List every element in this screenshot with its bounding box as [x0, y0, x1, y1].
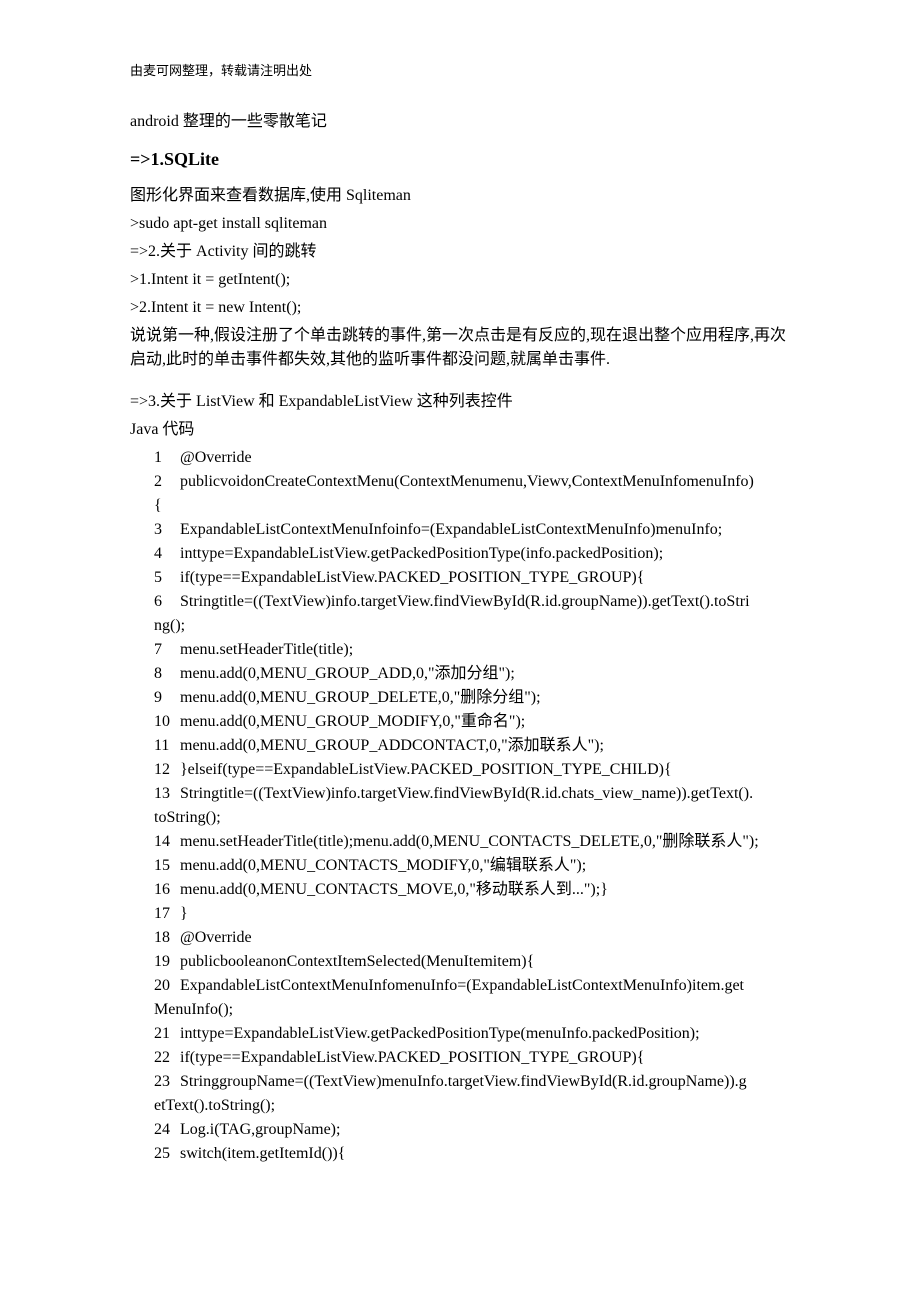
paragraph: >1.Intent it = getIntent();: [130, 268, 790, 292]
code-line: 20ExpandableListContextMenuInfomenuInfo=…: [154, 974, 790, 998]
code-line-number: 7: [154, 638, 180, 662]
code-line-content: inttype=ExpandableListView.getPackedPosi…: [180, 542, 790, 566]
code-line-number: 4: [154, 542, 180, 566]
code-line-continuation: MenuInfo();: [154, 998, 790, 1022]
code-line-content: ExpandableListContextMenuInfoinfo=(Expan…: [180, 518, 790, 542]
code-line: 25switch(item.getItemId()){: [154, 1142, 790, 1166]
code-line-number: 23: [154, 1070, 180, 1094]
code-line-number: 14: [154, 830, 180, 854]
code-line-number: 25: [154, 1142, 180, 1166]
code-line-number: 1: [154, 446, 180, 470]
code-line: 24Log.i(TAG,groupName);: [154, 1118, 790, 1142]
code-line: 19publicbooleanonContextItemSelected(Men…: [154, 950, 790, 974]
paragraph: >2.Intent it = new Intent();: [130, 296, 790, 320]
code-line: 14menu.setHeaderTitle(title);menu.add(0,…: [154, 830, 790, 854]
code-line-number: 18: [154, 926, 180, 950]
code-line-number: 16: [154, 878, 180, 902]
code-line-number: 20: [154, 974, 180, 998]
code-line-content: publicbooleanonContextItemSelected(MenuI…: [180, 950, 790, 974]
code-line-number: 2: [154, 470, 180, 494]
header-attribution: 由麦可网整理，转载请注明出处: [130, 60, 790, 79]
code-line-content: }elseif(type==ExpandableListView.PACKED_…: [180, 758, 790, 782]
code-line-number: 11: [154, 734, 180, 758]
code-line-content: Stringtitle=((TextView)info.targetView.f…: [180, 782, 790, 806]
code-line: 8menu.add(0,MENU_GROUP_ADD,0,"添加分组");: [154, 662, 790, 686]
code-line-content: if(type==ExpandableListView.PACKED_POSIT…: [180, 566, 790, 590]
code-line-number: 10: [154, 710, 180, 734]
java-code-label: Java 代码: [130, 418, 790, 442]
code-line-content: menu.add(0,MENU_GROUP_MODIFY,0,"重命名");: [180, 710, 790, 734]
code-line-number: 8: [154, 662, 180, 686]
code-line-content: menu.add(0,MENU_CONTACTS_MOVE,0,"移动联系人到.…: [180, 878, 790, 902]
code-line: 18@Override: [154, 926, 790, 950]
code-line: 15menu.add(0,MENU_CONTACTS_MODIFY,0,"编辑联…: [154, 854, 790, 878]
code-line-content: inttype=ExpandableListView.getPackedPosi…: [180, 1022, 790, 1046]
code-line-content: @Override: [180, 446, 790, 470]
code-line: 2publicvoidonCreateContextMenu(ContextMe…: [154, 470, 790, 494]
code-line-continuation: toString();: [154, 806, 790, 830]
code-line-number: 15: [154, 854, 180, 878]
page-title: android 整理的一些零散笔记: [130, 107, 790, 131]
code-line-content: ExpandableListContextMenuInfomenuInfo=(E…: [180, 974, 790, 998]
paragraph: 图形化界面来查看数据库,使用 Sqliteman: [130, 184, 790, 208]
code-line: 16menu.add(0,MENU_CONTACTS_MOVE,0,"移动联系人…: [154, 878, 790, 902]
code-line-continuation: etText().toString();: [154, 1094, 790, 1118]
code-line-content: }: [180, 902, 790, 926]
code-line: 11menu.add(0,MENU_GROUP_ADDCONTACT,0,"添加…: [154, 734, 790, 758]
code-line: 3ExpandableListContextMenuInfoinfo=(Expa…: [154, 518, 790, 542]
code-line-number: 3: [154, 518, 180, 542]
code-line-continuation: ng();: [154, 614, 790, 638]
code-line-number: 19: [154, 950, 180, 974]
code-line: 22if(type==ExpandableListView.PACKED_POS…: [154, 1046, 790, 1070]
code-line-content: menu.add(0,MENU_GROUP_ADD,0,"添加分组");: [180, 662, 790, 686]
paragraph: >sudo apt-get install sqliteman: [130, 212, 790, 236]
paragraph: =>2.关于 Activity 间的跳转: [130, 240, 790, 264]
code-line: 17}: [154, 902, 790, 926]
code-line-number: 13: [154, 782, 180, 806]
code-line-number: 9: [154, 686, 180, 710]
paragraph: =>3.关于 ListView 和 ExpandableListView 这种列…: [130, 390, 790, 414]
code-line-number: 24: [154, 1118, 180, 1142]
code-line: 9menu.add(0,MENU_GROUP_DELETE,0,"删除分组");: [154, 686, 790, 710]
code-line-content: publicvoidonCreateContextMenu(ContextMen…: [180, 470, 790, 494]
code-line-content: switch(item.getItemId()){: [180, 1142, 790, 1166]
section-heading-sqlite: =>1.SQLite: [130, 149, 790, 170]
code-line-number: 5: [154, 566, 180, 590]
code-line-number: 22: [154, 1046, 180, 1070]
code-line-content: menu.add(0,MENU_GROUP_DELETE,0,"删除分组");: [180, 686, 790, 710]
code-line-content: Stringtitle=((TextView)info.targetView.f…: [180, 590, 790, 614]
code-line-number: 6: [154, 590, 180, 614]
code-line-number: 17: [154, 902, 180, 926]
paragraph: 说说第一种,假设注册了个单击跳转的事件,第一次点击是有反应的,现在退出整个应用程…: [130, 324, 790, 372]
code-line-number: 21: [154, 1022, 180, 1046]
code-line: 12}elseif(type==ExpandableListView.PACKE…: [154, 758, 790, 782]
code-block: 1@Override2publicvoidonCreateContextMenu…: [130, 446, 790, 1166]
code-line: 4inttype=ExpandableListView.getPackedPos…: [154, 542, 790, 566]
document-page: 由麦可网整理，转载请注明出处 android 整理的一些零散笔记 =>1.SQL…: [0, 0, 920, 1302]
code-line: 10menu.add(0,MENU_GROUP_MODIFY,0,"重命名");: [154, 710, 790, 734]
code-line-content: if(type==ExpandableListView.PACKED_POSIT…: [180, 1046, 790, 1070]
body-text: 图形化界面来查看数据库,使用 Sqliteman >sudo apt-get i…: [130, 184, 790, 442]
code-line-number: 12: [154, 758, 180, 782]
code-line: 23StringgroupName=((TextView)menuInfo.ta…: [154, 1070, 790, 1094]
code-line-content: menu.setHeaderTitle(title);menu.add(0,ME…: [180, 830, 790, 854]
code-line-content: menu.setHeaderTitle(title);: [180, 638, 790, 662]
code-line: 5if(type==ExpandableListView.PACKED_POSI…: [154, 566, 790, 590]
code-line: 13Stringtitle=((TextView)info.targetView…: [154, 782, 790, 806]
code-line-continuation: {: [154, 494, 790, 518]
code-line-content: menu.add(0,MENU_GROUP_ADDCONTACT,0,"添加联系…: [180, 734, 790, 758]
code-line: 7menu.setHeaderTitle(title);: [154, 638, 790, 662]
code-line: 6Stringtitle=((TextView)info.targetView.…: [154, 590, 790, 614]
code-line-content: menu.add(0,MENU_CONTACTS_MODIFY,0,"编辑联系人…: [180, 854, 790, 878]
code-line: 1@Override: [154, 446, 790, 470]
code-line-content: @Override: [180, 926, 790, 950]
code-line-content: Log.i(TAG,groupName);: [180, 1118, 790, 1142]
code-line: 21inttype=ExpandableListView.getPackedPo…: [154, 1022, 790, 1046]
code-line-content: StringgroupName=((TextView)menuInfo.targ…: [180, 1070, 790, 1094]
